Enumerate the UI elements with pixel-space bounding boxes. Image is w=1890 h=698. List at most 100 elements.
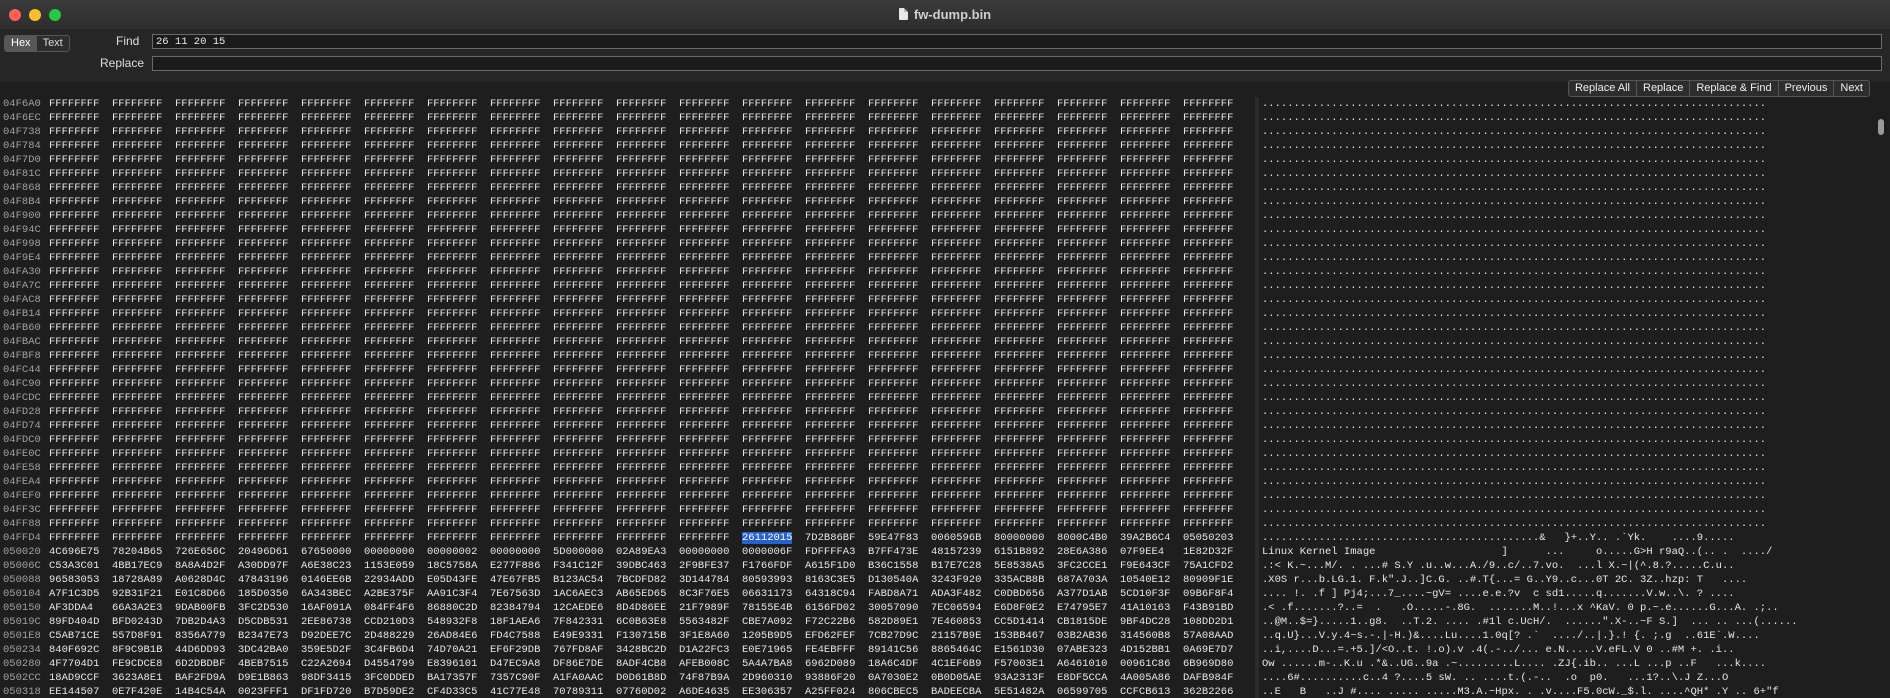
hex-word[interactable]: FFFFFFFF	[49, 265, 112, 279]
hex-word[interactable]: D4554799	[364, 657, 427, 671]
hex-word[interactable]: FFFFFFFF	[427, 475, 490, 489]
ascii-row[interactable]: ..i,....D...=.+5.]/<O..t. !.o).v .4(.-..…	[1262, 643, 1870, 657]
hex-word[interactable]: FFFFFFFF	[1120, 391, 1183, 405]
hex-word[interactable]: FFFFFFFF	[1120, 125, 1183, 139]
hex-word[interactable]: FFFFFFFF	[1120, 237, 1183, 251]
hex-word[interactable]: FFFFFFFF	[931, 307, 994, 321]
hex-word[interactable]: FFFFFFFF	[175, 139, 238, 153]
hex-word[interactable]: FFFFFFFF	[1183, 433, 1246, 447]
hex-word[interactable]: FFFFFFFF	[427, 181, 490, 195]
hex-word[interactable]: FFFFFFFF	[112, 167, 175, 181]
hex-word[interactable]: FFFFFFFF	[364, 279, 427, 293]
hex-word[interactable]: FFFFFFFF	[1183, 181, 1246, 195]
hex-word[interactable]: FFFFFFFF	[112, 181, 175, 195]
hex-word[interactable]: A25FF024	[805, 685, 868, 698]
hex-word[interactable]: 48157239	[931, 545, 994, 559]
hex-word[interactable]: FFFFFFFF	[427, 125, 490, 139]
hex-word[interactable]: 4C1EF6B9	[931, 657, 994, 671]
hex-word[interactable]: FFFFFFFF	[49, 531, 112, 545]
hex-word[interactable]: FFFFFFFF	[364, 489, 427, 503]
replace-and-find-button[interactable]: Replace & Find	[1689, 81, 1777, 96]
hex-word[interactable]: FFFFFFFF	[175, 181, 238, 195]
hex-word[interactable]: FFFFFFFF	[868, 181, 931, 195]
hex-word[interactable]: 7CB27D9C	[868, 629, 931, 643]
hex-word[interactable]: FFFFFFFF	[1120, 363, 1183, 377]
hex-word[interactable]: 14B4C54A	[175, 685, 238, 698]
hex-word[interactable]: FFFFFFFF	[112, 209, 175, 223]
hex-word[interactable]: FFFFFFFF	[238, 475, 301, 489]
hex-word[interactable]: FFFFFFFF	[427, 279, 490, 293]
hex-word[interactable]: FFFFFFFF	[175, 503, 238, 517]
hex-word[interactable]: FFFFFFFF	[1183, 209, 1246, 223]
hex-row[interactable]: 04F998 FFFFFFFF FFFFFFFF FFFFFFFF FFFFFFFF FF…	[3, 237, 1253, 251]
ascii-row[interactable]: ........................................…	[1262, 209, 1870, 223]
hex-word[interactable]: FFFFFFFF	[1057, 153, 1120, 167]
ascii-row[interactable]: ........................................…	[1262, 307, 1870, 321]
hex-word[interactable]: FFFFFFFF	[679, 279, 742, 293]
hex-word[interactable]: BAF2FD9A	[175, 671, 238, 685]
hex-word[interactable]: FFFFFFFF	[931, 279, 994, 293]
ascii-row[interactable]: ........................................…	[1262, 419, 1870, 433]
hex-word[interactable]: E05D43FE	[427, 573, 490, 587]
hex-word[interactable]: FFFFFFFF	[868, 195, 931, 209]
hex-word[interactable]: FFFFFFFF	[364, 433, 427, 447]
hex-word[interactable]: FFFFFFFF	[805, 405, 868, 419]
hex-word[interactable]: FFFFFFFF	[931, 377, 994, 391]
hex-word[interactable]: FFFFFFFF	[994, 265, 1057, 279]
hex-word[interactable]: FFFFFFFF	[238, 531, 301, 545]
hex-word[interactable]: FFFFFFFF	[112, 237, 175, 251]
hex-word[interactable]: FFFFFFFF	[742, 279, 805, 293]
hex-word[interactable]: FFFFFFFF	[805, 209, 868, 223]
hex-word[interactable]: FFFFFFFF	[301, 321, 364, 335]
hex-word[interactable]: FFFFFFFF	[490, 237, 553, 251]
hex-row[interactable]: 05019C 89FD404D BFD0243D 7DB2D4A3 D5CDB531 2E…	[3, 615, 1253, 629]
ascii-row[interactable]: ..q.U}...V.y.4~s.-.|-H.)&....Lu....1.0q[…	[1262, 629, 1870, 643]
hex-word[interactable]: FFFFFFFF	[490, 125, 553, 139]
hex-word[interactable]: A1FA0AAC	[553, 671, 616, 685]
hex-word[interactable]: FFFFFFFF	[805, 237, 868, 251]
hex-word[interactable]: FFFFFFFF	[1183, 475, 1246, 489]
hex-word[interactable]: FFFFFFFF	[616, 251, 679, 265]
ascii-row[interactable]: ........................................…	[1262, 279, 1870, 293]
hex-word[interactable]: FFFFFFFF	[1120, 167, 1183, 181]
hex-word[interactable]: FFFFFFFF	[364, 461, 427, 475]
hex-word[interactable]: FFFFFFFF	[1120, 307, 1183, 321]
hex-word[interactable]: DAFB984F	[1183, 671, 1246, 685]
hex-word[interactable]: FFFFFFFF	[679, 293, 742, 307]
hex-word[interactable]: FFFFFFFF	[742, 349, 805, 363]
hex-word[interactable]: 7D2B86BF	[805, 531, 868, 545]
hex-row[interactable]: 04FD74 FFFFFFFF FFFFFFFF FFFFFFFF FFFFFFFF FF…	[3, 419, 1253, 433]
next-button[interactable]: Next	[1833, 81, 1869, 96]
hex-word[interactable]: 22934ADD	[364, 573, 427, 587]
hex-word[interactable]: FFFFFFFF	[49, 279, 112, 293]
hex-word[interactable]: FFFFFFFF	[1120, 461, 1183, 475]
hex-word[interactable]: FFFFFFFF	[805, 139, 868, 153]
hex-word[interactable]: FFFFFFFF	[742, 321, 805, 335]
hex-word[interactable]: 1205B9D5	[742, 629, 805, 643]
hex-word[interactable]: AB65ED65	[616, 587, 679, 601]
hex-word[interactable]: FFFFFFFF	[49, 377, 112, 391]
hex-word[interactable]: FFFFFFFF	[994, 475, 1057, 489]
hex-word[interactable]: 767FD8AF	[553, 643, 616, 657]
hex-word[interactable]: 8163C3E5	[805, 573, 868, 587]
hex-word[interactable]: FFFFFFFF	[616, 531, 679, 545]
hex-word[interactable]: FFFFFFFF	[616, 377, 679, 391]
hex-word[interactable]: FFFFFFFF	[1183, 517, 1246, 531]
hex-word[interactable]: FFFFFFFF	[1183, 251, 1246, 265]
hex-word[interactable]: A6E38C23	[301, 559, 364, 573]
hex-word[interactable]: FFFFFFFF	[427, 265, 490, 279]
hex-word[interactable]: FFFFFFFF	[1183, 293, 1246, 307]
hex-row[interactable]: 050318 EE144507 0E7F420E 14B4C54A 0023FFF1 DF…	[3, 685, 1253, 698]
hex-word[interactable]: FFFFFFFF	[994, 251, 1057, 265]
hex-word[interactable]: 41A10163	[1120, 601, 1183, 615]
hex-word[interactable]: FFFFFFFF	[301, 251, 364, 265]
hex-word[interactable]: FFFFFFFF	[994, 223, 1057, 237]
hex-word[interactable]: FFFFFFFF	[238, 447, 301, 461]
hex-word[interactable]: 8A8A4D2F	[175, 559, 238, 573]
hex-word[interactable]: FFFFFFFF	[490, 349, 553, 363]
hex-word[interactable]: FFFFFFFF	[301, 461, 364, 475]
hex-word[interactable]: FFFFFFFF	[427, 349, 490, 363]
hex-word[interactable]: FFFFFFFF	[805, 223, 868, 237]
hex-word[interactable]: FFFFFFFF	[994, 321, 1057, 335]
hex-word[interactable]: FFFFFFFF	[616, 363, 679, 377]
